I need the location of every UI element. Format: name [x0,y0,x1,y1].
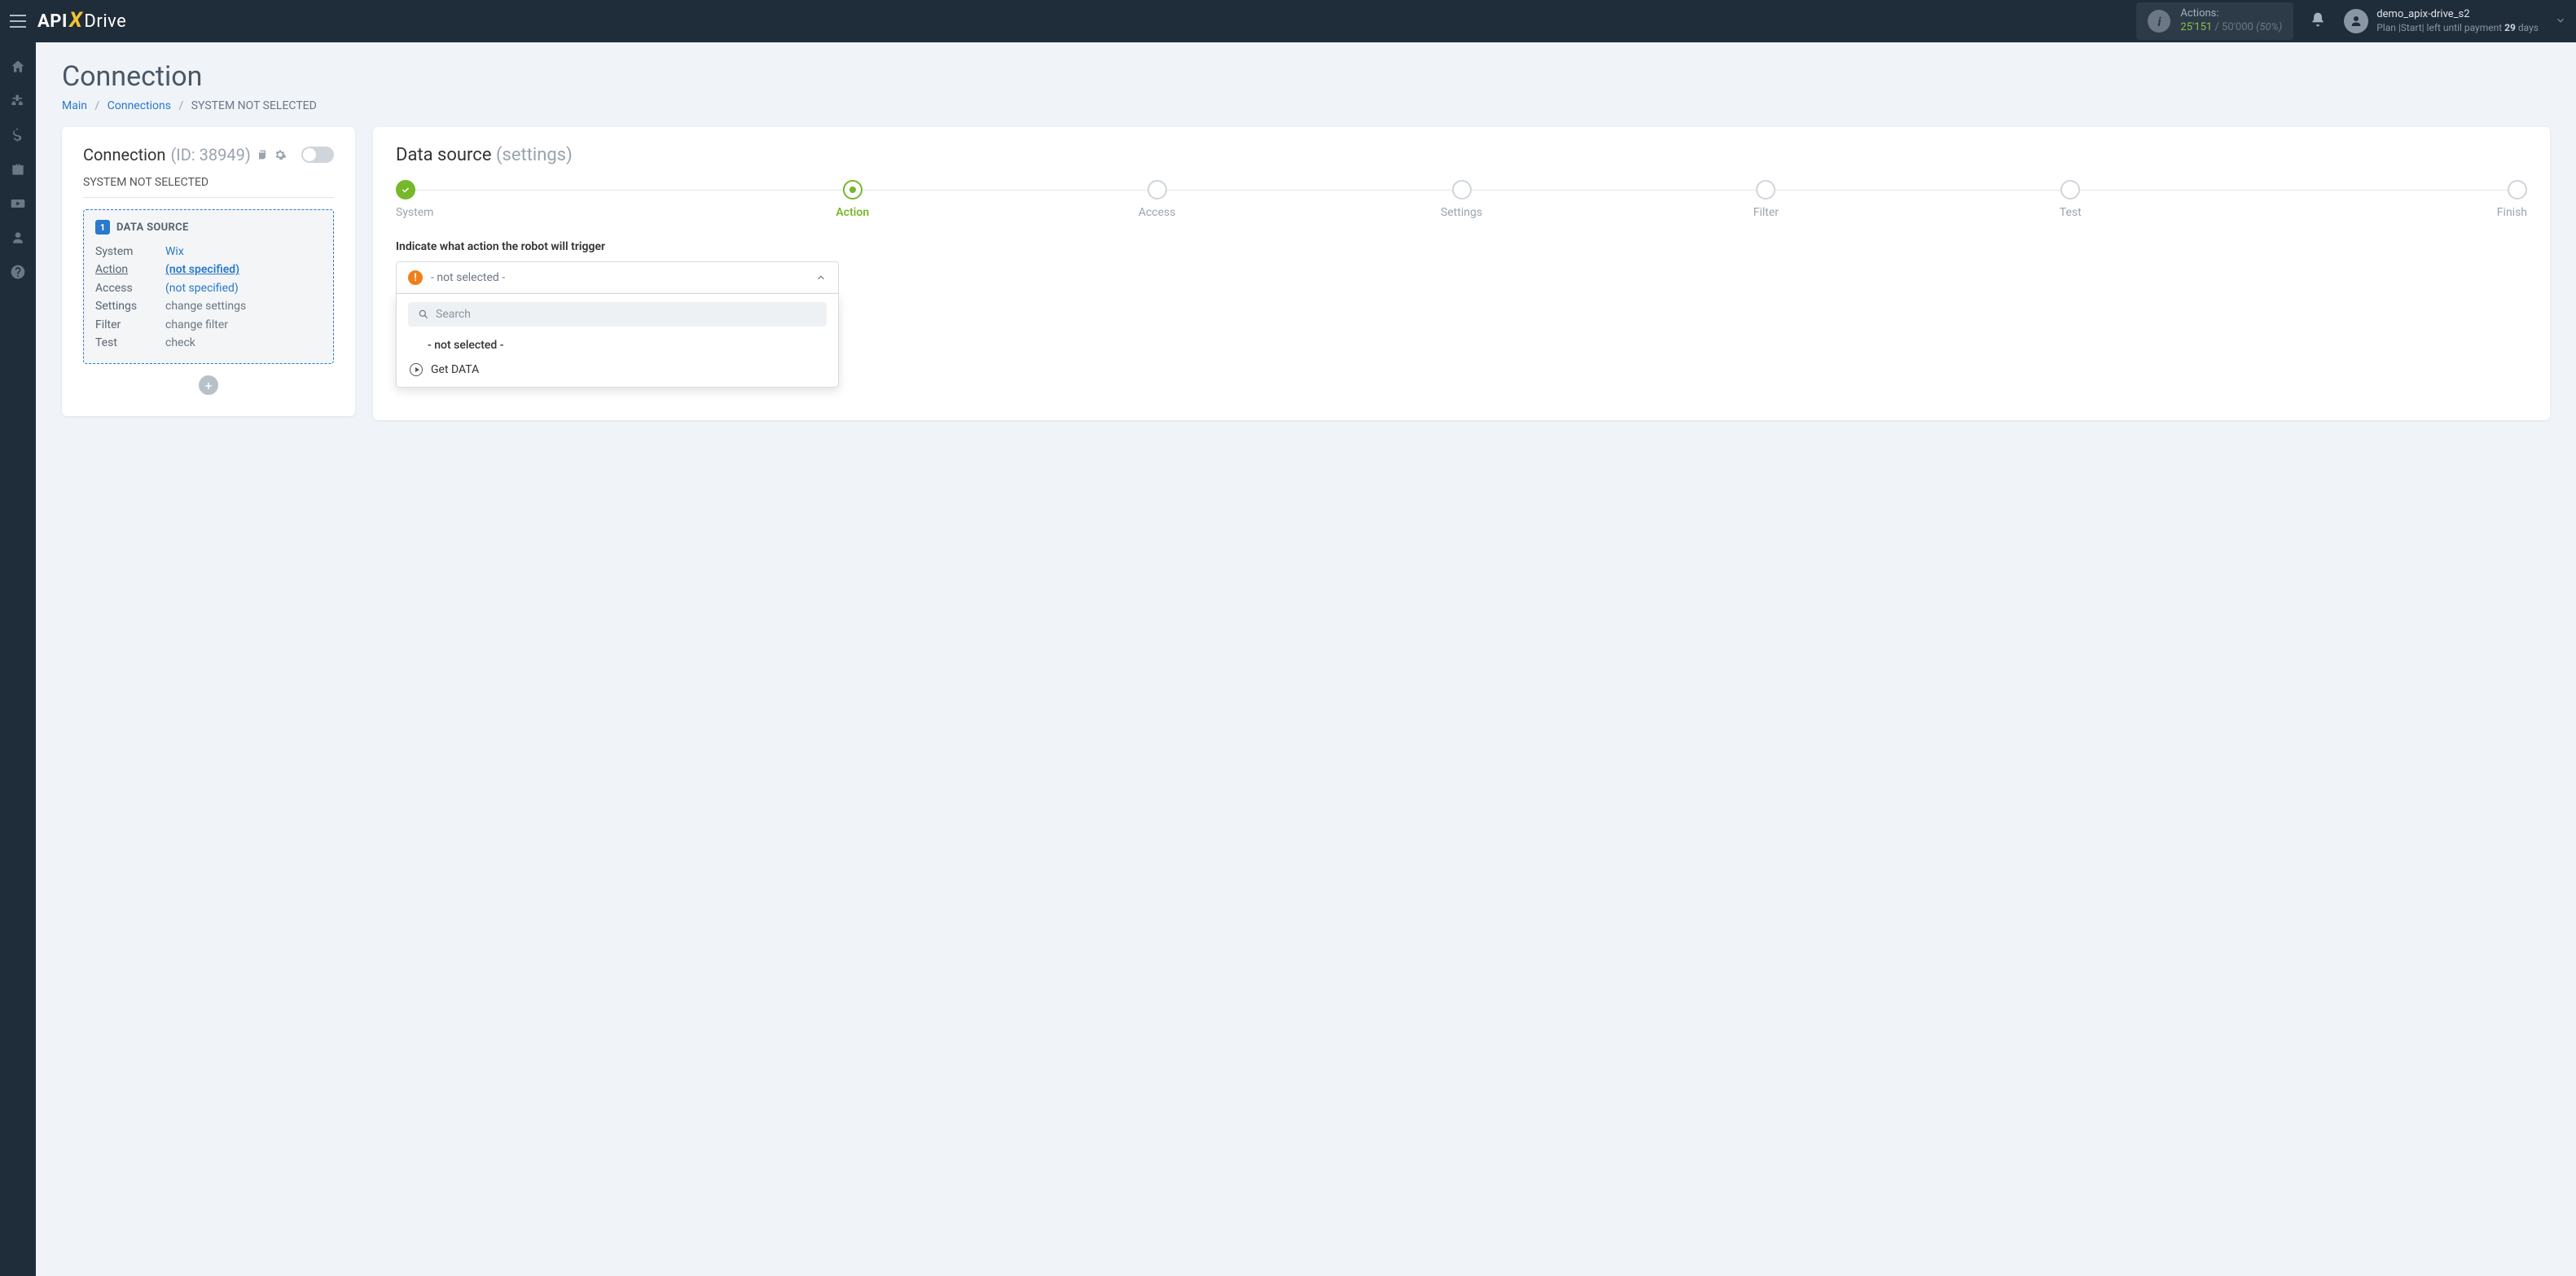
info-icon: i [2148,10,2170,33]
connection-title: Connection [83,145,165,164]
actions-used: 25'151 [2180,21,2212,33]
connection-subtitle: SYSTEM NOT SELECTED [83,176,334,198]
ds-value[interactable]: check [165,334,195,352]
search-box[interactable] [408,302,827,327]
step-system[interactable]: System [396,180,700,219]
settings-subtitle: (settings) [496,145,573,165]
ds-value[interactable]: (not specified) [165,279,239,297]
actions-counter[interactable]: i Actions: 25'151 / 50'000 (50%) [2136,2,2293,40]
add-button[interactable]: + [199,375,218,395]
stepper: SystemActionAccessSettingsFilterTestFini… [396,180,2527,219]
search-input[interactable] [436,308,817,321]
ds-key[interactable]: System [95,243,165,261]
main-content: Connection Main / Connections / SYSTEM N… [36,42,2576,1276]
ds-value[interactable]: (not specified) [165,261,239,278]
step-test[interactable]: Test [1918,180,2223,219]
ds-label: DATA SOURCE [116,221,189,234]
step-settings[interactable]: Settings [1310,180,1614,219]
home-icon[interactable] [10,59,26,75]
connection-id: (ID: 38949) [170,145,250,164]
breadcrumb-current: SYSTEM NOT SELECTED [191,99,317,112]
gear-icon[interactable] [274,148,287,161]
user-menu[interactable]: demo_apix-drive_s2 Plan |Start| left unt… [2344,8,2539,34]
step-access[interactable]: Access [1005,180,1310,219]
connection-card: Connection (ID: 38949) SYSTEM NOT SELECT… [62,127,355,416]
breadcrumb-main[interactable]: Main [62,99,87,112]
sitemap-icon[interactable] [10,93,26,109]
step-filter[interactable]: Filter [1613,180,1918,219]
copy-icon[interactable] [256,148,269,161]
step-finish[interactable]: Finish [2223,180,2527,219]
search-icon [418,309,429,320]
step-action[interactable]: Action [700,180,1005,219]
logo-part1: API [37,11,68,32]
dropdown-option[interactable]: - not selected - [408,333,827,357]
briefcase-icon[interactable] [10,161,26,178]
ds-value[interactable]: change settings [165,297,246,315]
chevron-up-icon [815,272,827,283]
dropdown-option[interactable]: Get DATA [408,357,827,382]
settings-title: Data source [396,145,496,165]
logo-part3: Drive [84,11,126,32]
settings-card: Data source (settings) SystemActionAcces… [373,127,2550,420]
warning-icon: ! [408,270,423,285]
help-icon[interactable] [10,264,26,280]
ds-key[interactable]: Action [95,261,165,278]
ds-key[interactable]: Access [95,279,165,297]
dollar-icon[interactable] [10,127,26,143]
sidebar [0,42,36,1276]
actions-pct: (50%) [2256,21,2282,33]
logo-part2: X [69,8,83,33]
notifications-icon[interactable] [2310,11,2326,31]
ds-key[interactable]: Test [95,334,165,352]
user-icon[interactable] [10,230,26,246]
step-badge: 1 [95,220,110,235]
menu-toggle[interactable] [10,15,26,28]
data-source-box[interactable]: 1 DATA SOURCE SystemWixAction(not specif… [83,209,334,364]
breadcrumb: Main / Connections / SYSTEM NOT SELECTED [62,99,2550,112]
logo[interactable]: APIXDrive [37,9,126,33]
chevron-down-icon[interactable] [2539,14,2566,29]
action-dropdown: - not selected -Get DATA [396,294,839,388]
select-value: - not selected - [431,271,807,284]
avatar-icon [2344,9,2368,33]
page-title: Connection [62,60,2550,93]
actions-total: / 50'000 [2214,21,2253,33]
youtube-icon[interactable] [10,195,26,212]
ds-value[interactable]: Wix [165,243,184,261]
prompt-label: Indicate what action the robot will trig… [396,240,2527,253]
action-select[interactable]: ! - not selected - [396,261,839,294]
breadcrumb-connections[interactable]: Connections [108,99,171,112]
ds-key[interactable]: Settings [95,297,165,315]
user-plan: Plan |Start| left until payment 29 days [2376,22,2539,35]
ds-key[interactable]: Filter [95,316,165,334]
user-name: demo_apix-drive_s2 [2376,8,2539,22]
play-icon [410,363,423,376]
connection-toggle[interactable] [301,147,334,163]
topbar: APIXDrive i Actions: 25'151 / 50'000 (50… [0,0,2576,42]
ds-value[interactable]: change filter [165,316,228,334]
actions-label: Actions: [2180,7,2282,21]
